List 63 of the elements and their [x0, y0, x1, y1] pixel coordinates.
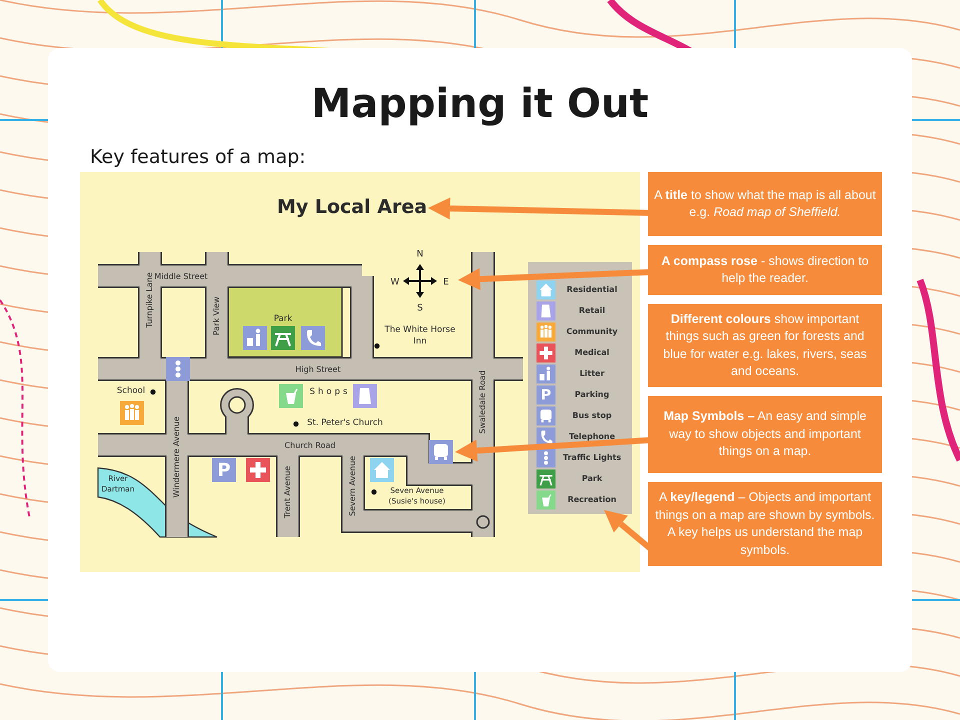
traffic-light-icon [536, 448, 556, 468]
explanation-callout: A compass rose - shows direction to help the reader. [648, 245, 882, 295]
street-label: Severn Avenue [348, 456, 358, 516]
street-label: Trent Avenue [283, 466, 292, 518]
explanation-callout: A key/legend – Objects and important things on a map are shown by symbols. A key helps us understand the map symbols. [648, 482, 882, 566]
street-label: Middle Street [154, 272, 208, 282]
explanation-callout: Different colours show important things such as green for forests and blue for water e.g. lakes, rivers, seas and oceans. [648, 304, 882, 387]
street-label: Windermere Avenue [172, 416, 182, 498]
place-label: The White Horse Inn [384, 325, 456, 346]
location-dot [371, 489, 377, 495]
roundabout [476, 515, 490, 529]
key-label: Retail [578, 306, 606, 316]
place-label: St. Peter's Church [307, 418, 383, 428]
people-icon [536, 322, 556, 342]
street-label: Swaledale Road [478, 370, 488, 434]
bus-icon [536, 406, 556, 426]
first-aid-cross-icon [536, 344, 556, 362]
place-label: Shops [310, 387, 350, 397]
location-dot [293, 421, 299, 427]
parking-sign: P [536, 386, 556, 404]
key-label: Telephone [568, 432, 616, 442]
picnic-table-icon [271, 326, 295, 350]
compass-rose-icon [403, 264, 437, 298]
key-label: Residential [566, 285, 618, 294]
explanation-callout: Map Symbols – An easy and simple way to show objects and important things on a map. [648, 396, 882, 473]
location-dot [150, 389, 156, 395]
location-dot [374, 343, 380, 349]
place-label: School [116, 386, 146, 396]
shopping-bag-icon [353, 384, 377, 408]
roundabout [228, 396, 246, 414]
compass-letter: N [416, 249, 424, 260]
compass-letter: W [390, 277, 400, 288]
street-label: Church Road [284, 441, 336, 450]
key-label: Park [582, 474, 602, 484]
key-label: Parking [574, 390, 610, 400]
people-icon [120, 401, 144, 425]
parking-sign: P [212, 458, 236, 482]
first-aid-cross-icon [246, 458, 270, 482]
slide-title: Mapping it Out [311, 80, 650, 129]
street-label: Park View [212, 296, 222, 336]
key-label: Community [566, 327, 618, 336]
key-label: Bus stop [572, 411, 612, 420]
house-icon [370, 458, 394, 482]
drink-cup-icon [536, 490, 556, 510]
house-icon [536, 280, 556, 300]
key-label: Traffic Lights [562, 453, 622, 462]
street-label: High Street [295, 365, 341, 374]
street-label: Turnpike Lane [145, 272, 154, 328]
bus-icon [429, 440, 453, 464]
drink-cup-icon [279, 384, 303, 408]
map-title: My Local Area [276, 196, 428, 218]
picnic-table-icon [536, 470, 556, 488]
key-label: Medical [574, 348, 610, 358]
compass-letter: E [443, 277, 449, 288]
key-label: Litter [580, 369, 604, 378]
shopping-bag-icon [536, 302, 556, 320]
compass-letter: S [417, 303, 423, 314]
key-label: Recreation [568, 495, 616, 504]
place-label: Park [274, 314, 292, 324]
explanation-callout: A title to show what the map is all about e.g. Road map of Sheffield. [648, 172, 882, 236]
traffic-light-icon [166, 357, 190, 381]
slide-subtitle: Key features of a map: [90, 145, 306, 170]
telephone-icon [301, 326, 325, 350]
